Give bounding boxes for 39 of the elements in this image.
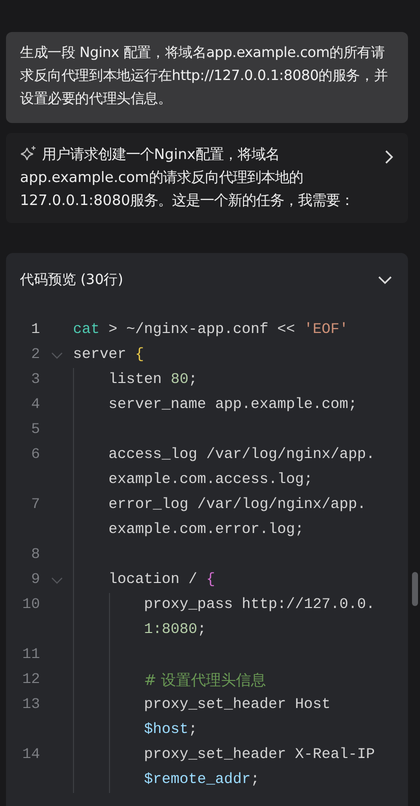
code-line: proxy_set_header Host xyxy=(144,697,331,713)
line-number: 8 xyxy=(30,546,40,565)
line-number: 9 xyxy=(30,571,40,590)
code-line: location / { xyxy=(108,572,216,588)
fold-chevron-icon[interactable] xyxy=(50,577,62,584)
line-number: 4 xyxy=(30,396,40,415)
line-number: 3 xyxy=(30,371,40,390)
line-number: 13 xyxy=(21,696,40,715)
code-line: access_log /var/log/nginx/app. xyxy=(108,447,375,463)
panel-title: 代码预览 (30行) xyxy=(20,271,124,289)
code-line: cat > ~/nginx-app.conf << 'EOF' xyxy=(73,322,348,338)
code-comment: # 设置代理头信息 xyxy=(144,674,266,690)
line-number: 5 xyxy=(30,421,40,440)
code-line: server { xyxy=(73,347,144,363)
line-number: 12 xyxy=(21,671,40,690)
code-line: listen 80; xyxy=(108,372,198,388)
line-number: 1 xyxy=(30,321,40,340)
chevron-down-icon[interactable] xyxy=(378,276,392,284)
scrollbar-thumb[interactable] xyxy=(412,572,418,606)
line-number: 14 xyxy=(21,746,40,765)
line-number: 7 xyxy=(30,496,40,515)
line-number: 10 xyxy=(21,596,40,615)
code-line: server_name app.example.com; xyxy=(108,397,358,413)
code-line: $remote_addr; xyxy=(144,772,260,788)
code-line: error_log /var/log/nginx/app. xyxy=(108,497,366,513)
code-line: example.com.error.log; xyxy=(108,522,304,538)
line-number: 11 xyxy=(21,646,40,665)
code-line: example.com.access.log; xyxy=(108,472,313,488)
fold-chevron-icon[interactable] xyxy=(50,352,62,359)
code-line: proxy_pass http://127.0.0. xyxy=(144,597,375,613)
line-number: 2 xyxy=(30,346,40,365)
sparkle-icon xyxy=(20,145,37,162)
code-line: 1:8080; xyxy=(144,622,206,638)
code-line: proxy_set_header X-Real-IP xyxy=(144,747,375,763)
chevron-right-icon[interactable] xyxy=(384,150,394,164)
user-message: 生成一段 Nginx 配置，将域名app.example.com的所有请求反向代理到本地运行在http://127.0.0.1:8080的服务，并设置必要的代理头信息。 xyxy=(20,44,389,109)
line-number: 6 xyxy=(30,446,40,465)
code-line: $host; xyxy=(144,722,198,738)
thinking-summary: 用户请求创建一个Nginx配置，将域名app.example.com的请求反向代理到本地的127.0.0.1:8080服务。这是一个新的任务，我需要： xyxy=(20,144,356,211)
